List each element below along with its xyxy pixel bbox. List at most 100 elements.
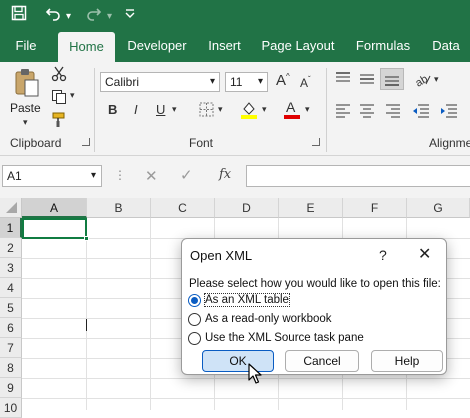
grid-line [22, 398, 470, 399]
row-header-5[interactable]: 5 [0, 298, 22, 318]
option-read-only-workbook[interactable]: As a read-only workbook [188, 311, 358, 329]
save-icon[interactable] [11, 5, 27, 27]
paste-dropdown-icon[interactable]: ▾ [23, 117, 28, 128]
chevron-down-icon[interactable]: ▾ [91, 166, 96, 186]
undo-dropdown-icon[interactable]: ▾ [66, 7, 71, 27]
option-xml-table[interactable]: As an XML table [188, 292, 308, 310]
option-xml-source-pane[interactable]: Use the XML Source task pane [188, 330, 378, 348]
name-box[interactable]: A1 ▾ [2, 165, 102, 187]
align-left-icon[interactable] [335, 104, 351, 121]
title-bar: ▾ ▾ [0, 0, 470, 30]
increase-indent-icon[interactable] [440, 104, 458, 121]
help-button[interactable]: Help [371, 350, 443, 372]
underline-icon[interactable]: U [156, 102, 165, 117]
formula-input[interactable] [246, 165, 470, 187]
row-header-10[interactable]: 10 [0, 398, 22, 418]
cancel-button[interactable]: Cancel [285, 350, 359, 372]
column-header-b[interactable]: B [87, 198, 151, 218]
tab-home[interactable]: Home [58, 32, 115, 62]
radio-icon[interactable] [188, 332, 201, 345]
orientation-icon[interactable]: ab [413, 70, 432, 91]
ribbon-home: Paste ▾ ▾ Clipboard Calibri ▾ 11 ▾ A^ Aˇ… [0, 62, 470, 156]
row-header-6[interactable]: 6 [0, 318, 22, 338]
underline-dropdown-icon[interactable]: ▾ [172, 104, 177, 115]
row-header-7[interactable]: 7 [0, 338, 22, 358]
ribbon-tabs: File Home Developer Insert Page Layout F… [0, 30, 470, 62]
column-header-f[interactable]: F [343, 198, 407, 218]
align-right-icon[interactable] [385, 104, 401, 121]
tab-data[interactable]: Data [428, 30, 464, 62]
chevron-down-icon[interactable]: ▾ [258, 73, 263, 91]
font-size-box[interactable]: 11 ▾ [225, 72, 268, 92]
bold-icon[interactable]: B [108, 102, 117, 117]
dialog-title: Open XML [190, 248, 253, 263]
font-color-icon[interactable]: A [283, 98, 301, 123]
middle-align-icon[interactable] [359, 72, 375, 89]
column-header-a[interactable]: A [22, 198, 87, 218]
borders-dropdown-icon[interactable]: ▾ [218, 104, 223, 115]
close-icon[interactable]: ✕ [418, 244, 431, 264]
column-header-g[interactable]: G [407, 198, 470, 218]
dialog-prompt: Please select how you would like to open… [189, 278, 441, 290]
font-name-box[interactable]: Calibri ▾ [100, 72, 220, 92]
font-launcher-icon[interactable] [312, 138, 320, 146]
top-align-icon[interactable] [335, 72, 351, 89]
chevron-down-icon[interactable] [124, 5, 136, 28]
align-center-icon[interactable] [359, 104, 375, 121]
formula-bar: A1 ▾ ⋮ ✕ ✓ fx [0, 156, 470, 198]
italic-icon[interactable]: I [134, 102, 138, 117]
increase-font-size-icon[interactable]: A^ [276, 72, 290, 89]
redo-icon[interactable] [86, 5, 102, 27]
column-header-c[interactable]: C [151, 198, 215, 218]
tab-page-layout[interactable]: Page Layout [258, 30, 338, 62]
tab-file[interactable]: File [8, 30, 44, 62]
bottom-align-icon [385, 76, 399, 86]
cancel-icon[interactable]: ✕ [145, 167, 158, 185]
insert-function-icon[interactable]: fx [219, 167, 231, 182]
column-header-d[interactable]: D [215, 198, 279, 218]
radio-selected-icon[interactable] [188, 294, 201, 307]
tab-formulas[interactable]: Formulas [350, 30, 416, 62]
redo-dropdown-icon[interactable]: ▾ [107, 7, 112, 27]
help-icon[interactable]: ? [379, 247, 387, 263]
bottom-align-button[interactable] [380, 68, 404, 90]
row-header-2[interactable]: 2 [0, 238, 22, 258]
formula-bar-menu-icon[interactable]: ⋮ [114, 168, 126, 182]
grid-line [86, 218, 87, 410]
fill-color-dropdown-icon[interactable]: ▾ [262, 104, 267, 115]
group-separator [326, 68, 327, 152]
column-header-e[interactable]: E [279, 198, 343, 218]
font-size-value: 11 [230, 75, 243, 89]
copy-icon[interactable] [51, 89, 67, 108]
decrease-font-size-icon[interactable]: Aˇ [300, 75, 311, 90]
decrease-indent-icon[interactable] [412, 104, 430, 121]
borders-icon[interactable] [199, 102, 214, 120]
row-header-9[interactable]: 9 [0, 378, 22, 398]
radio-icon[interactable] [188, 313, 201, 326]
active-cell-a1[interactable] [22, 218, 89, 241]
option-xml-source-pane-label: Use the XML Source task pane [205, 332, 364, 344]
clipboard-launcher-icon[interactable] [82, 138, 90, 146]
row-header-8[interactable]: 8 [0, 358, 22, 378]
font-color-dropdown-icon[interactable]: ▾ [305, 104, 310, 115]
row-header-1[interactable]: 1 [0, 218, 22, 238]
paste-label[interactable]: Paste [10, 101, 41, 115]
row-header-3[interactable]: 3 [0, 258, 22, 278]
tab-insert[interactable]: Insert [202, 30, 247, 62]
orientation-dropdown-icon[interactable]: ▾ [434, 74, 439, 85]
copy-dropdown-icon[interactable]: ▾ [70, 90, 75, 101]
select-all-corner[interactable] [0, 198, 22, 218]
row-header-4[interactable]: 4 [0, 278, 22, 298]
enter-icon[interactable]: ✓ [180, 166, 193, 184]
paste-icon[interactable] [14, 68, 40, 101]
fill-color-icon[interactable] [240, 100, 258, 123]
fill-handle[interactable] [84, 236, 89, 241]
chevron-down-icon[interactable]: ▾ [210, 73, 215, 91]
grid-line [22, 378, 470, 379]
ok-button[interactable]: OK [202, 350, 274, 372]
tab-developer[interactable]: Developer [124, 30, 190, 62]
format-painter-icon[interactable] [51, 112, 67, 131]
cut-icon[interactable] [51, 66, 67, 85]
undo-icon[interactable] [45, 5, 61, 27]
grid-line [150, 218, 151, 410]
